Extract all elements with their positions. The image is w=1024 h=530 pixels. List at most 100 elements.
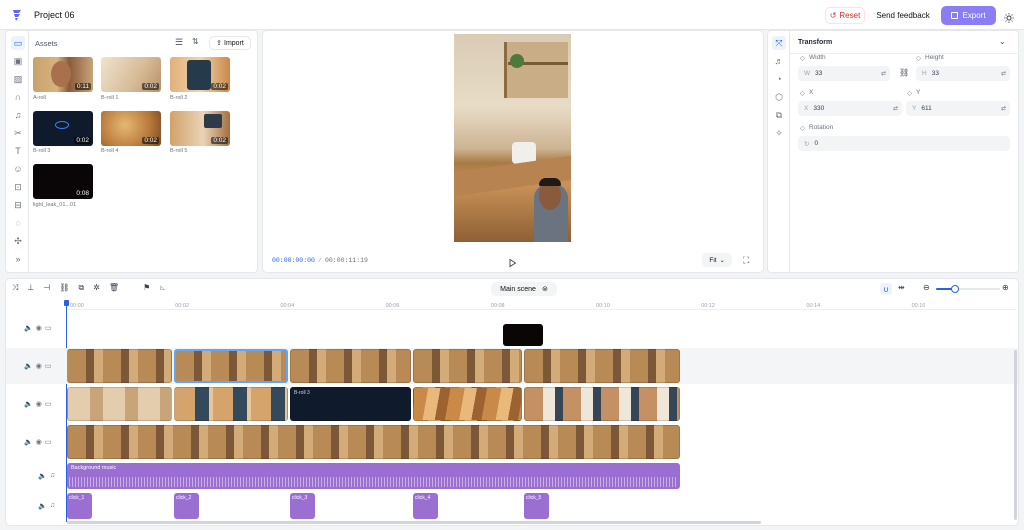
transform-icon[interactable]: ⤧: [772, 36, 786, 50]
send-feedback-button[interactable]: Send feedback: [872, 7, 934, 24]
scrub-icon[interactable]: ⇄: [1001, 105, 1006, 112]
volume-icon[interactable]: 🔈: [24, 400, 33, 408]
chart-icon[interactable]: ⊾: [159, 283, 166, 295]
export-button[interactable]: Export: [941, 6, 996, 25]
text-icon[interactable]: T: [11, 144, 25, 158]
timeline-clip[interactable]: [67, 425, 680, 459]
audio-clip[interactable]: click_1: [67, 493, 92, 519]
asset-thumbnail[interactable]: 0:02: [33, 111, 93, 146]
layers-icon[interactable]: ⧉: [772, 108, 786, 122]
horizontal-scrollbar[interactable]: [67, 521, 761, 524]
audio-clip[interactable]: click_4: [413, 493, 438, 519]
height-keyframe-icon[interactable]: ◇: [916, 54, 921, 62]
width-field[interactable]: W 33 ⇄: [798, 66, 890, 81]
timeline-clip[interactable]: [413, 387, 522, 421]
shape-icon[interactable]: ⬡: [772, 90, 786, 104]
theme-toggle-icon[interactable]: [1004, 10, 1014, 23]
y-position-field[interactable]: Y 611 ⇄: [906, 101, 1010, 116]
y-keyframe-icon[interactable]: ◇: [907, 89, 912, 97]
zoom-slider[interactable]: [936, 285, 1000, 293]
track-lock-icon[interactable]: ▭: [45, 324, 52, 332]
volume-icon[interactable]: 🔈: [38, 502, 47, 510]
eye-icon[interactable]: ◉: [36, 438, 42, 446]
track-lock-icon[interactable]: ▭: [45, 400, 52, 408]
lock-icon[interactable]: ⊡: [11, 180, 25, 194]
asset-thumbnail[interactable]: 0:02: [170, 57, 230, 92]
asset-thumbnail[interactable]: 0:02: [101, 57, 161, 92]
emoji-icon[interactable]: ☺: [11, 162, 25, 176]
playhead-handle[interactable]: [64, 300, 69, 306]
timeline-clip[interactable]: [413, 349, 522, 383]
timeline-clip-selected[interactable]: [174, 349, 288, 383]
timeline-clip[interactable]: [290, 349, 411, 383]
magnet-snap-icon[interactable]: ∪: [880, 283, 892, 295]
rotation-keyframe-icon[interactable]: ◇: [800, 124, 805, 132]
play-button[interactable]: [507, 255, 517, 268]
timeline-clip[interactable]: [524, 349, 680, 383]
asset-thumbnail[interactable]: 0:11: [33, 57, 93, 92]
app-logo-icon[interactable]: [10, 8, 24, 22]
scrub-icon[interactable]: ⇄: [881, 70, 886, 77]
audio-icon[interactable]: ♬: [772, 54, 786, 68]
scrub-icon[interactable]: ⇄: [893, 105, 898, 112]
effects-panel-icon[interactable]: ✧: [772, 126, 786, 140]
scrub-icon[interactable]: ⇄: [1001, 70, 1006, 77]
delete-icon[interactable]: 🗑: [109, 283, 119, 295]
effects-icon[interactable]: ✣: [11, 234, 25, 248]
timeline-clip[interactable]: B-roll 3: [290, 387, 411, 421]
sticker-icon[interactable]: ◌: [11, 216, 25, 230]
list-view-icon[interactable]: ☰: [175, 37, 183, 48]
zoom-in-icon[interactable]: ⊕: [1002, 283, 1009, 292]
scissors-icon[interactable]: ✂: [11, 126, 25, 140]
link-icon[interactable]: ⛓: [59, 283, 69, 295]
rotation-field[interactable]: ↻ 0: [798, 136, 1010, 151]
timeline-clip[interactable]: [174, 387, 288, 421]
more-chevrons-icon[interactable]: »: [11, 252, 25, 266]
eye-icon[interactable]: ◉: [36, 400, 42, 408]
height-field[interactable]: H 33 ⇄: [916, 66, 1010, 81]
volume-icon[interactable]: 🔈: [24, 438, 33, 446]
eye-icon[interactable]: ◉: [36, 324, 42, 332]
x-position-field[interactable]: X 330 ⇄: [798, 101, 902, 116]
speed-icon[interactable]: ◔: [772, 72, 786, 86]
project-title[interactable]: Project 06: [34, 10, 75, 20]
volume-icon[interactable]: 🔈: [24, 362, 33, 370]
image-icon[interactable]: ▨: [11, 72, 25, 86]
reset-button[interactable]: ↺ Reset: [825, 7, 865, 24]
timeline-clip[interactable]: [67, 349, 172, 383]
audio-clip[interactable]: click_2: [174, 493, 199, 519]
main-scene-dropdown[interactable]: Main scene ⊜: [491, 282, 557, 296]
fullscreen-icon[interactable]: ⛶: [743, 255, 749, 266]
import-button[interactable]: ⇪ Import: [209, 36, 251, 50]
sort-icon[interactable]: ⇅: [192, 37, 199, 46]
timeline-ruler[interactable]: [66, 300, 1016, 310]
video-icon[interactable]: ▣: [11, 54, 25, 68]
duplicate-icon[interactable]: ⧉: [79, 283, 85, 295]
asset-thumbnail[interactable]: 0:02: [170, 111, 230, 146]
asset-thumbnail[interactable]: 0:08: [33, 164, 93, 199]
volume-icon[interactable]: 🔈: [24, 324, 33, 332]
stack-icon[interactable]: ⊟: [11, 198, 25, 212]
audio-clip[interactable]: Background music: [67, 463, 680, 489]
timeline-clip[interactable]: [524, 387, 680, 421]
folder-icon[interactable]: ▭: [11, 36, 25, 50]
audio-clip[interactable]: click_5: [524, 493, 549, 519]
fit-timeline-icon[interactable]: ⇹: [898, 283, 905, 292]
zoom-out-icon[interactable]: ⊖: [923, 283, 930, 292]
trim-start-icon[interactable]: ⊥: [27, 283, 34, 295]
width-keyframe-icon[interactable]: ◇: [800, 54, 805, 62]
track-lock-icon[interactable]: ▭: [45, 438, 52, 446]
asset-thumbnail[interactable]: 0:02: [101, 111, 161, 146]
trim-end-icon[interactable]: ⊣: [43, 283, 50, 295]
x-keyframe-icon[interactable]: ◇: [800, 89, 805, 97]
fit-dropdown[interactable]: Fit ⌄: [702, 253, 732, 267]
collapse-chevron-icon[interactable]: ⌄: [999, 37, 1006, 46]
volume-icon[interactable]: 🔈: [38, 472, 47, 480]
vertical-scrollbar[interactable]: [1014, 350, 1017, 520]
split-icon[interactable]: ⤨: [12, 283, 18, 295]
music-icon[interactable]: ♫: [11, 108, 25, 122]
track-lock-icon[interactable]: ▭: [45, 362, 52, 370]
effect-icon[interactable]: ✲: [93, 283, 100, 295]
preview-video-frame[interactable]: [454, 34, 571, 242]
link-aspect-icon[interactable]: ⛓: [899, 68, 909, 77]
